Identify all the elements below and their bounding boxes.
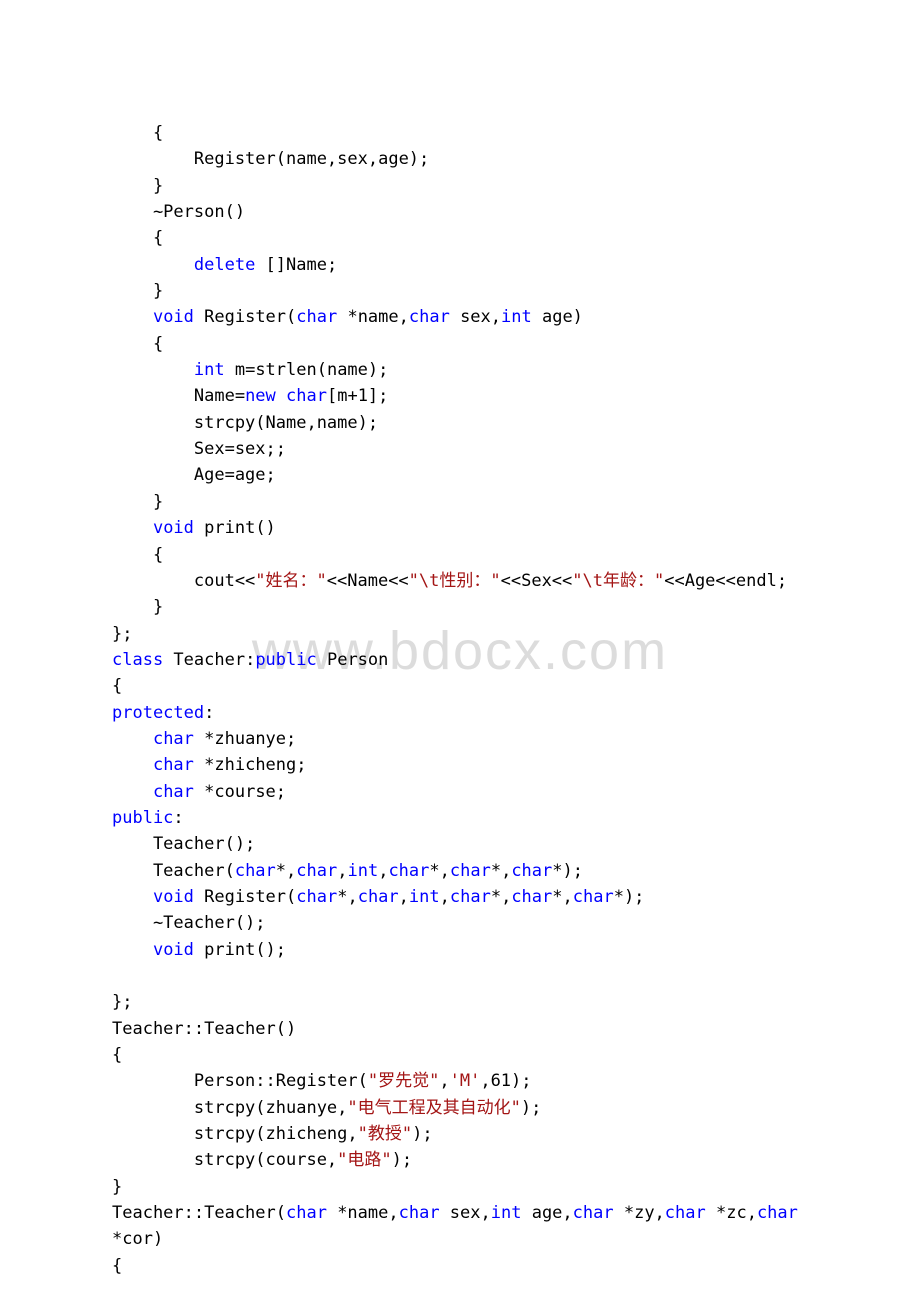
code-token-kw: int <box>347 861 378 881</box>
code-token-kw: public <box>112 808 173 828</box>
code-token-kw: char <box>665 1203 706 1223</box>
code-token-kw: int <box>409 887 440 907</box>
code-listing: { Register(name,sex,age); } ~Person() { … <box>112 120 808 1279</box>
code-token-kw: char <box>286 386 327 406</box>
code-token-chr: 'M' <box>450 1071 481 1091</box>
code-token-kw: char <box>358 887 399 907</box>
code-token-kw: int <box>194 360 225 380</box>
code-token-kw: char <box>153 755 194 775</box>
code-token-str: "\t年龄：" <box>572 571 664 591</box>
code-token-kw: char <box>450 887 491 907</box>
code-token-kw: void <box>153 887 194 907</box>
code-token-kw: char <box>409 307 450 327</box>
code-token-str: "罗先觉" <box>368 1071 439 1091</box>
code-token-kw: char <box>511 887 552 907</box>
code-token-str: "教授" <box>358 1124 412 1144</box>
code-token-kw: int <box>491 1203 522 1223</box>
code-token-kw: void <box>153 307 194 327</box>
code-token-kw: void <box>153 518 194 538</box>
code-token-kw: public <box>255 650 316 670</box>
code-token-kw: char <box>153 782 194 802</box>
code-token-kw: char <box>296 861 337 881</box>
code-token-kw: char <box>153 729 194 749</box>
code-token-kw: char <box>296 307 337 327</box>
code-token-kw: protected <box>112 703 204 723</box>
code-token-str: "\t性别：" <box>409 571 501 591</box>
code-token-kw: int <box>501 307 532 327</box>
code-token-kw: char <box>450 861 491 881</box>
code-token-kw: char <box>757 1203 798 1223</box>
code-token-kw: delete <box>194 255 255 275</box>
code-token-kw: char <box>296 887 337 907</box>
code-token-kw: char <box>388 861 429 881</box>
code-token-kw: char <box>573 887 614 907</box>
code-token-kw: char <box>235 861 276 881</box>
code-token-str: "姓名：" <box>255 571 326 591</box>
code-token-str: "电气工程及其自动化" <box>347 1098 520 1118</box>
code-token-kw: void <box>153 940 194 960</box>
code-token-kw: char <box>399 1203 440 1223</box>
code-token-kw: class <box>112 650 163 670</box>
code-token-kw: char <box>511 861 552 881</box>
code-token-str: "电路" <box>337 1150 391 1170</box>
code-token-kw: char <box>286 1203 327 1223</box>
code-token-kw: char <box>573 1203 614 1223</box>
code-token-kw: new <box>245 386 276 406</box>
